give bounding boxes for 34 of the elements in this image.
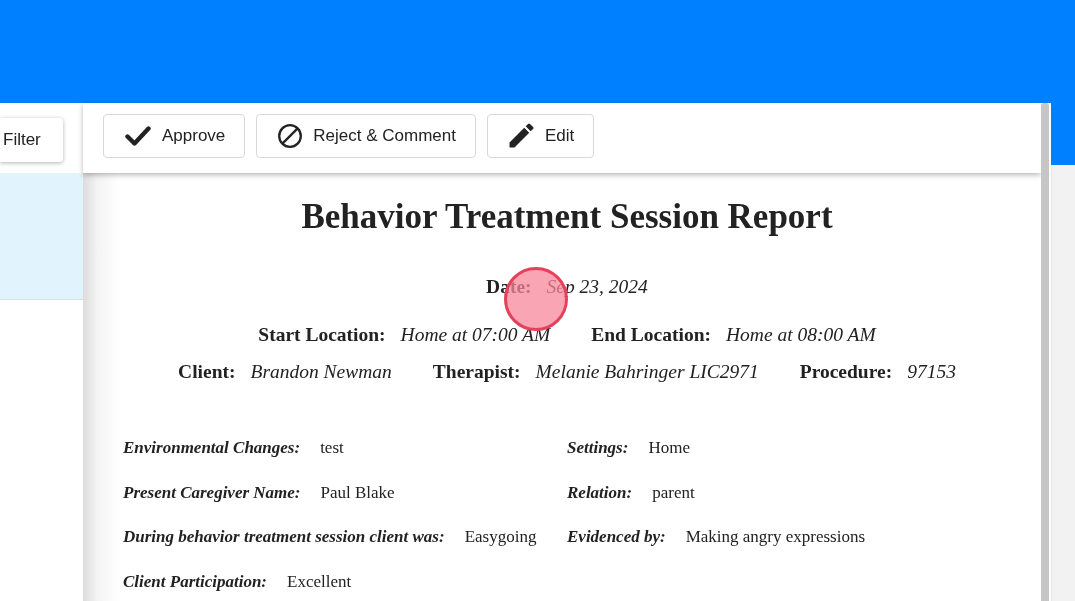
- field-label: Settings:: [567, 437, 629, 459]
- scrollbar-thumb[interactable]: [1041, 103, 1049, 601]
- check-icon: [125, 125, 151, 146]
- field-label: During behavior treatment session client was:: [123, 526, 445, 548]
- edit-button[interactable]: Edit: [487, 113, 595, 158]
- field-value: Home: [648, 437, 690, 459]
- pencil-icon: [509, 123, 534, 148]
- field-value: Excellent: [287, 570, 352, 593]
- field-value: Paul Blake: [320, 481, 395, 504]
- header-value: Home at 08:00 AM: [726, 323, 876, 347]
- field-value: test: [320, 437, 344, 459]
- field-label: Client Participation:: [123, 570, 268, 593]
- reject-button[interactable]: Reject & Comment: [256, 113, 476, 158]
- header-label: Client:: [178, 360, 236, 384]
- field-label: Relation:: [567, 481, 633, 504]
- filter-button[interactable]: Filter: [0, 117, 63, 162]
- header-value: Brandon Newman: [250, 360, 392, 384]
- ban-icon: [278, 123, 303, 148]
- highlighted-list-row[interactable]: [0, 173, 83, 300]
- header-label: Procedure:: [799, 360, 893, 384]
- field-value: Easygoing: [464, 526, 537, 548]
- header-label: End Location:: [591, 323, 711, 347]
- field-label: Environmental Changes:: [123, 437, 301, 459]
- header-label: Therapist:: [432, 360, 521, 384]
- header-label: Start Location:: [258, 323, 386, 347]
- header-value: 97153: [907, 360, 956, 384]
- approve-button[interactable]: Approve: [103, 113, 246, 158]
- field-label: Present Caregiver Name:: [123, 481, 301, 504]
- header-strip: [1051, 103, 1075, 165]
- field-value: Making angry expressions: [685, 526, 866, 548]
- report-title: Behavior Treatment Session Report: [300, 196, 834, 238]
- field-value: parent: [652, 481, 695, 504]
- field-label: Evidenced by:: [567, 526, 666, 548]
- header-value: Melanie Bahringer LIC2971: [535, 360, 759, 384]
